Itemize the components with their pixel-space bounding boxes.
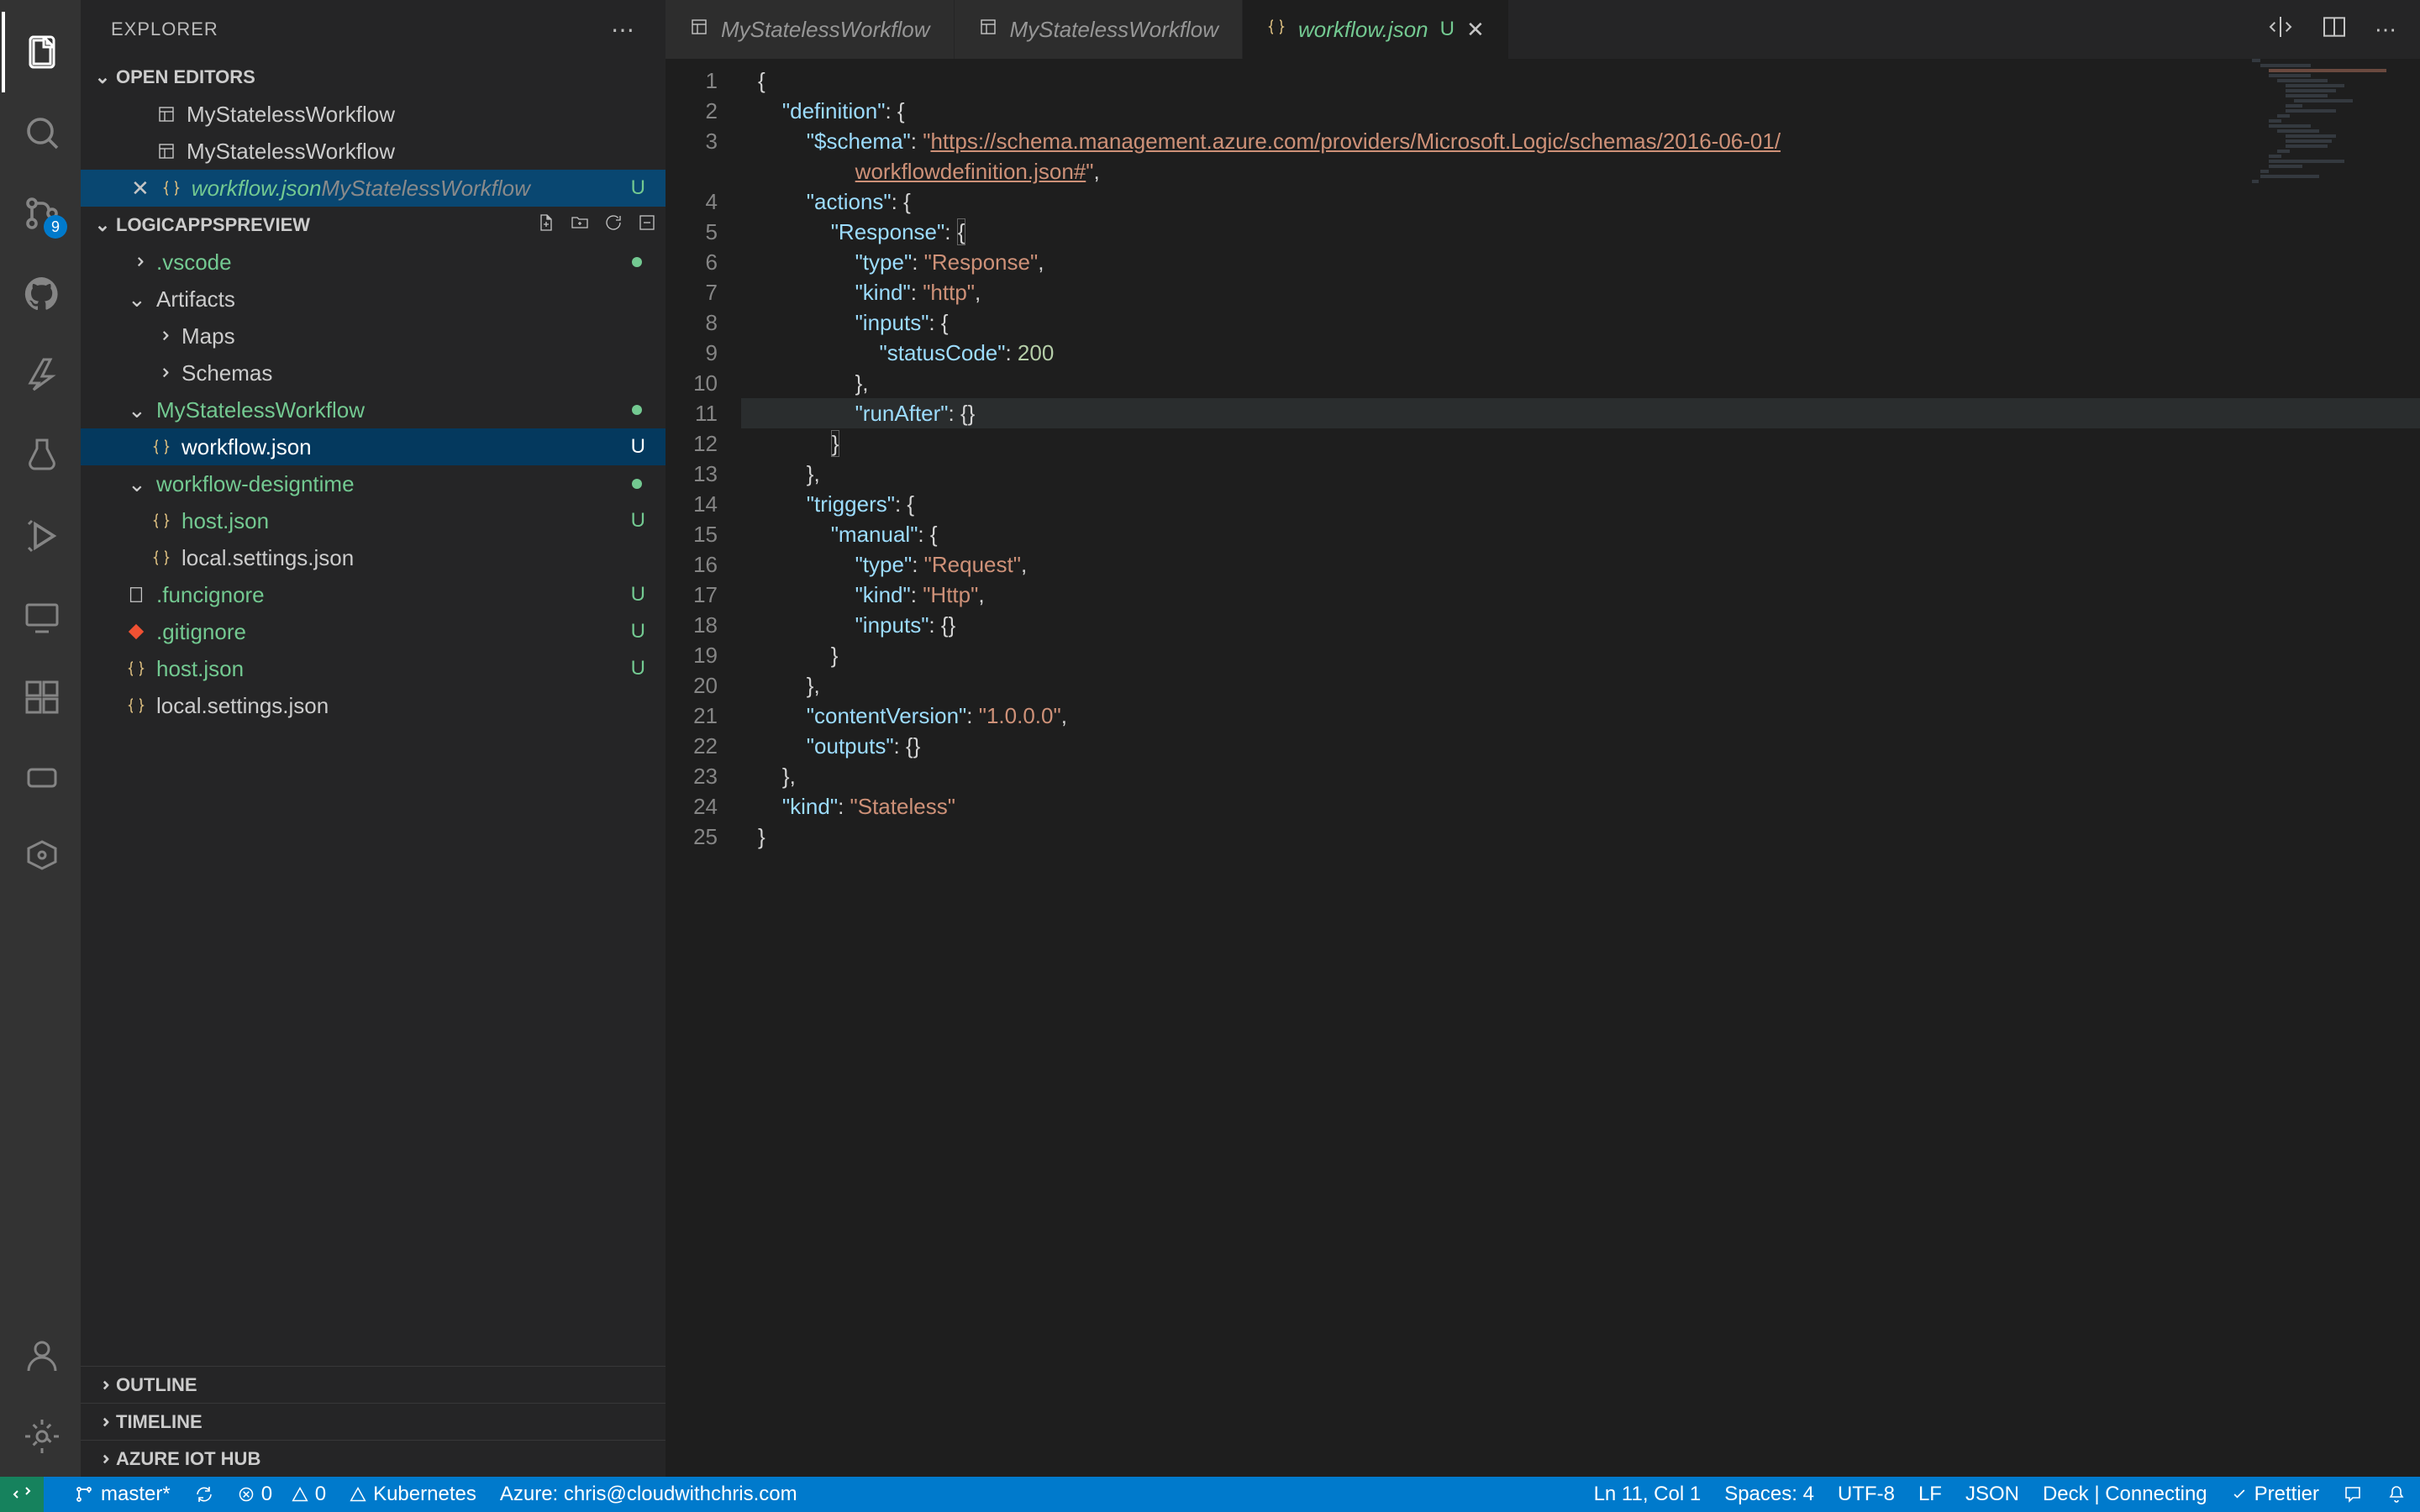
activity-debug[interactable]: [2, 496, 82, 576]
status-branch[interactable]: master*: [74, 1483, 171, 1506]
file-tree-item[interactable]: ⌄workflow-designtime: [81, 465, 666, 502]
status-sync[interactable]: [194, 1484, 214, 1504]
file-tree-item[interactable]: host.jsonU: [81, 502, 666, 539]
more-icon[interactable]: ⋯: [2375, 17, 2396, 43]
tab-bar: MyStatelessWorkflowMyStatelessWorkflowwo…: [666, 0, 2420, 59]
line-gutter: 1234567891011121314151617181920212223242…: [666, 59, 741, 1477]
file-tree-item[interactable]: .gitignoreU: [81, 613, 666, 650]
open-editor-item[interactable]: MyStatelessWorkflow: [81, 133, 666, 170]
activity-search[interactable]: [2, 92, 82, 173]
open-editors-title: OPEN EDITORS: [116, 66, 255, 88]
workspace-header[interactable]: ⌄ LOGICAPPSPREVIEW: [81, 207, 666, 244]
editor-tab[interactable]: MyStatelessWorkflow: [666, 0, 955, 59]
activity-settings[interactable]: [2, 1396, 82, 1477]
remote-indicator[interactable]: [0, 1477, 44, 1512]
activity-remote[interactable]: [2, 576, 82, 657]
file-tree-item[interactable]: host.jsonU: [81, 650, 666, 687]
status-cursor[interactable]: Ln 11, Col 1: [1594, 1483, 1702, 1506]
activity-explorer[interactable]: [2, 12, 82, 92]
split-icon[interactable]: [2321, 13, 2348, 46]
file-tree-item[interactable]: .funcignoreU: [81, 576, 666, 613]
collapse-icon[interactable]: [637, 213, 657, 238]
scm-badge: 9: [44, 215, 67, 239]
status-errors[interactable]: 0 0: [238, 1483, 326, 1506]
explorer-title: EXPLORER: [111, 18, 218, 40]
file-tree-item[interactable]: ⌄Schemas: [81, 354, 666, 391]
explorer-more-icon[interactable]: ⋯: [611, 16, 635, 44]
collapsed-section[interactable]: ⌄OUTLINE: [81, 1366, 666, 1403]
file-tree-item[interactable]: ⌄Maps: [81, 318, 666, 354]
file-tree-item[interactable]: local.settings.json: [81, 539, 666, 576]
status-spaces[interactable]: Spaces: 4: [1724, 1483, 1814, 1506]
status-lang[interactable]: JSON: [1965, 1483, 2019, 1506]
chevron-down-icon: ⌄: [89, 66, 116, 88]
status-prettier[interactable]: Prettier: [2231, 1483, 2319, 1506]
status-azure[interactable]: Azure: chris@cloudwithchris.com: [500, 1483, 797, 1506]
collapsed-section[interactable]: ⌄AZURE IOT HUB: [81, 1440, 666, 1477]
activity-sql[interactable]: [2, 738, 82, 818]
file-tree-item[interactable]: ⌄Artifacts: [81, 281, 666, 318]
editor-tab[interactable]: MyStatelessWorkflow: [955, 0, 1244, 59]
status-encoding[interactable]: UTF-8: [1838, 1483, 1895, 1506]
open-editors-header[interactable]: ⌄ OPEN EDITORS: [81, 59, 666, 96]
status-bar: master* 0 0 Kubernetes Azure: chris@clou…: [0, 1477, 2420, 1512]
explorer-header: EXPLORER ⋯: [81, 0, 666, 59]
open-editor-item[interactable]: MyStatelessWorkflow: [81, 96, 666, 133]
activity-test[interactable]: [2, 415, 82, 496]
activity-extensions[interactable]: [2, 657, 82, 738]
file-tree-item[interactable]: local.settings.json: [81, 687, 666, 724]
chevron-down-icon: ⌄: [89, 214, 116, 236]
editor-area: MyStatelessWorkflowMyStatelessWorkflowwo…: [666, 0, 2420, 1477]
activity-k8s[interactable]: [2, 818, 82, 899]
status-bell[interactable]: [2386, 1484, 2407, 1504]
activity-bar: 9: [0, 0, 81, 1477]
explorer-sidebar: EXPLORER ⋯ ⌄ OPEN EDITORS MyStatelessWor…: [81, 0, 666, 1477]
refresh-icon[interactable]: [603, 213, 623, 238]
status-feedback[interactable]: [2343, 1484, 2363, 1504]
activity-scm[interactable]: 9: [2, 173, 82, 254]
file-tree-item[interactable]: workflow.jsonU: [81, 428, 666, 465]
code-editor[interactable]: { "definition": { "$schema": "https://sc…: [741, 59, 2420, 1477]
status-eol[interactable]: LF: [1918, 1483, 1942, 1506]
new-folder-icon[interactable]: [570, 213, 590, 238]
file-tree-item[interactable]: ⌄.vscode: [81, 244, 666, 281]
file-tree-item[interactable]: ⌄MyStatelessWorkflow: [81, 391, 666, 428]
collapsed-section[interactable]: ⌄TIMELINE: [81, 1403, 666, 1440]
editor-tab[interactable]: workflow.jsonU✕: [1243, 0, 1509, 59]
compare-icon[interactable]: [2267, 13, 2294, 46]
status-kubernetes[interactable]: Kubernetes: [350, 1483, 476, 1506]
activity-github[interactable]: [2, 254, 82, 334]
workspace-name: LOGICAPPSPREVIEW: [116, 214, 310, 236]
minimap[interactable]: [2252, 59, 2403, 1477]
new-file-icon[interactable]: [536, 213, 556, 238]
status-deck[interactable]: Deck | Connecting: [2043, 1483, 2207, 1506]
open-editor-item[interactable]: ✕workflow.json MyStatelessWorkflowU: [81, 170, 666, 207]
activity-account[interactable]: [2, 1315, 82, 1396]
activity-azure[interactable]: [2, 334, 82, 415]
